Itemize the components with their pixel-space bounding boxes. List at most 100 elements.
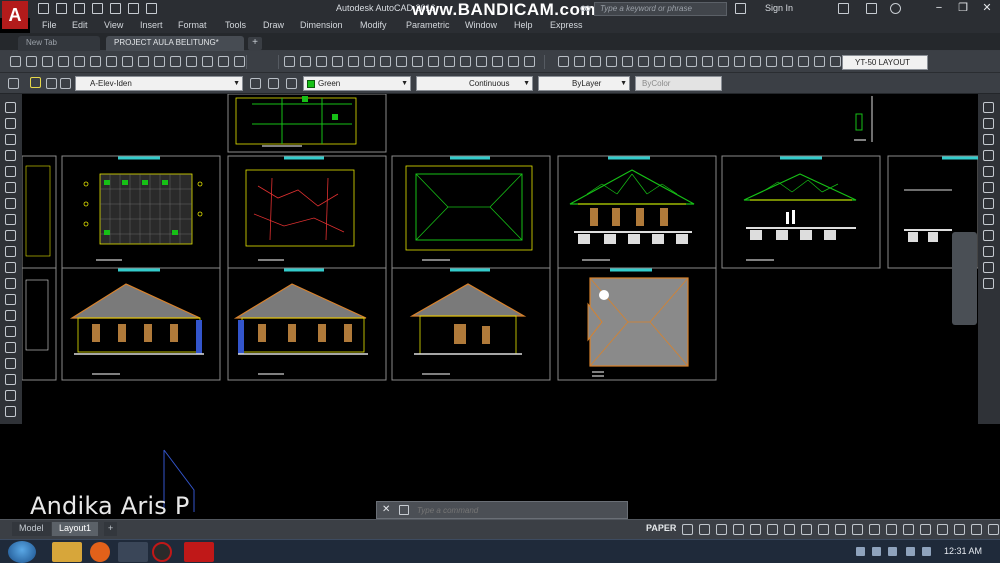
status-toggle-icon[interactable] bbox=[869, 524, 880, 535]
tool-button-icon[interactable] bbox=[428, 56, 439, 67]
tool-button-icon[interactable] bbox=[300, 56, 311, 67]
menu-draw[interactable]: Draw bbox=[263, 20, 284, 30]
make-current-layer-icon[interactable] bbox=[250, 78, 261, 89]
menu-help[interactable]: Help bbox=[514, 20, 533, 30]
tool-button-icon[interactable] bbox=[5, 214, 16, 225]
status-toggle-icon[interactable] bbox=[699, 524, 710, 535]
tool-button-icon[interactable] bbox=[734, 56, 745, 67]
wrench-icon[interactable] bbox=[399, 505, 409, 515]
tool-button-icon[interactable] bbox=[983, 118, 994, 129]
tool-button-icon[interactable] bbox=[348, 56, 359, 67]
tool-button-icon[interactable] bbox=[234, 56, 245, 67]
tool-button-icon[interactable] bbox=[983, 182, 994, 193]
plotstyle-dropdown[interactable]: ByColor bbox=[635, 76, 722, 91]
tool-button-icon[interactable] bbox=[983, 166, 994, 177]
tool-button-icon[interactable] bbox=[5, 246, 16, 257]
tool-button-icon[interactable] bbox=[186, 56, 197, 67]
tool-button-icon[interactable] bbox=[718, 56, 729, 67]
menu-file[interactable]: File bbox=[42, 20, 57, 30]
tool-button-icon[interactable] bbox=[508, 56, 519, 67]
tool-button-icon[interactable] bbox=[983, 102, 994, 113]
tool-button-icon[interactable] bbox=[412, 56, 423, 67]
layout-selector-dropdown[interactable]: YT-50 LAYOUT bbox=[842, 55, 928, 70]
tool-button-icon[interactable] bbox=[5, 326, 16, 337]
tool-button-icon[interactable] bbox=[5, 166, 16, 177]
tool-button-icon[interactable] bbox=[798, 56, 809, 67]
match-layer-icon[interactable] bbox=[286, 78, 297, 89]
status-toggle-icon[interactable] bbox=[886, 524, 897, 535]
menu-edit[interactable]: Edit bbox=[72, 20, 88, 30]
status-toggle-icon[interactable] bbox=[784, 524, 795, 535]
tool-button-icon[interactable] bbox=[606, 56, 617, 67]
close-button[interactable]: ✕ bbox=[976, 1, 998, 16]
tool-button-icon[interactable] bbox=[702, 56, 713, 67]
status-toggle-icon[interactable] bbox=[937, 524, 948, 535]
open-file-icon[interactable] bbox=[56, 3, 67, 14]
tool-button-icon[interactable] bbox=[90, 56, 101, 67]
paper-space-button[interactable]: PAPER bbox=[646, 523, 676, 533]
tool-button-icon[interactable] bbox=[814, 56, 825, 67]
tool-button-icon[interactable] bbox=[5, 390, 16, 401]
tool-button-icon[interactable] bbox=[983, 262, 994, 273]
tool-button-icon[interactable] bbox=[5, 358, 16, 369]
tool-button-icon[interactable] bbox=[983, 230, 994, 241]
exchange-icon[interactable] bbox=[838, 3, 849, 14]
tray-app-icon[interactable] bbox=[872, 547, 881, 556]
tool-button-icon[interactable] bbox=[154, 56, 165, 67]
status-toggle-icon[interactable] bbox=[903, 524, 914, 535]
tool-button-icon[interactable] bbox=[622, 56, 633, 67]
tool-button-icon[interactable] bbox=[5, 278, 16, 289]
menu-view[interactable]: View bbox=[104, 20, 123, 30]
tool-button-icon[interactable] bbox=[590, 56, 601, 67]
tool-button-icon[interactable] bbox=[5, 262, 16, 273]
tool-button-icon[interactable] bbox=[5, 102, 16, 113]
menu-dimension[interactable]: Dimension bbox=[300, 20, 343, 30]
menu-modify[interactable]: Modify bbox=[360, 20, 387, 30]
tool-button-icon[interactable] bbox=[170, 56, 181, 67]
volume-icon[interactable] bbox=[922, 547, 931, 556]
save-icon[interactable] bbox=[74, 3, 85, 14]
sign-in-button[interactable]: Sign In bbox=[765, 3, 793, 13]
color-dropdown[interactable]: Green ▼ bbox=[303, 76, 411, 91]
menu-insert[interactable]: Insert bbox=[140, 20, 163, 30]
help-icon[interactable] bbox=[890, 3, 901, 14]
tool-button-icon[interactable] bbox=[782, 56, 793, 67]
tool-button-icon[interactable] bbox=[42, 56, 53, 67]
tool-button-icon[interactable] bbox=[5, 134, 16, 145]
tool-button-icon[interactable] bbox=[983, 214, 994, 225]
tool-button-icon[interactable] bbox=[983, 150, 994, 161]
layer-dropdown[interactable]: A-Elev-Iden ▼ bbox=[75, 76, 243, 91]
maximize-button[interactable]: ❐ bbox=[952, 1, 974, 16]
network-icon[interactable] bbox=[906, 547, 915, 556]
status-toggle-icon[interactable] bbox=[971, 524, 982, 535]
status-toggle-icon[interactable] bbox=[852, 524, 863, 535]
menu-parametric[interactable]: Parametric bbox=[406, 20, 450, 30]
tool-button-icon[interactable] bbox=[74, 56, 85, 67]
lineweight-dropdown[interactable]: ByLayer ▼ bbox=[538, 76, 630, 91]
tool-button-icon[interactable] bbox=[444, 56, 455, 67]
status-toggle-icon[interactable] bbox=[767, 524, 778, 535]
tool-button-icon[interactable] bbox=[122, 56, 133, 67]
autocad-logo-icon[interactable]: A bbox=[2, 1, 28, 29]
tool-button-icon[interactable] bbox=[686, 56, 697, 67]
tool-button-icon[interactable] bbox=[638, 56, 649, 67]
minimize-button[interactable]: − bbox=[928, 1, 950, 16]
firefox-icon[interactable] bbox=[90, 542, 110, 562]
tool-button-icon[interactable] bbox=[284, 56, 295, 67]
tool-button-icon[interactable] bbox=[5, 406, 16, 417]
add-tab-button[interactable]: + bbox=[248, 37, 262, 50]
navigation-bar[interactable] bbox=[952, 232, 977, 325]
menu-tools[interactable]: Tools bbox=[225, 20, 246, 30]
tool-button-icon[interactable] bbox=[5, 310, 16, 321]
save-as-icon[interactable] bbox=[92, 3, 103, 14]
tool-button-icon[interactable] bbox=[460, 56, 471, 67]
tool-button-icon[interactable] bbox=[670, 56, 681, 67]
tool-button-icon[interactable] bbox=[983, 246, 994, 257]
tool-button-icon[interactable] bbox=[654, 56, 665, 67]
layer-previous-icon[interactable] bbox=[268, 78, 279, 89]
layer-properties-icon[interactable] bbox=[8, 78, 19, 89]
tool-button-icon[interactable] bbox=[5, 342, 16, 353]
status-toggle-icon[interactable] bbox=[835, 524, 846, 535]
status-toggle-icon[interactable] bbox=[750, 524, 761, 535]
menu-express[interactable]: Express bbox=[550, 20, 583, 30]
